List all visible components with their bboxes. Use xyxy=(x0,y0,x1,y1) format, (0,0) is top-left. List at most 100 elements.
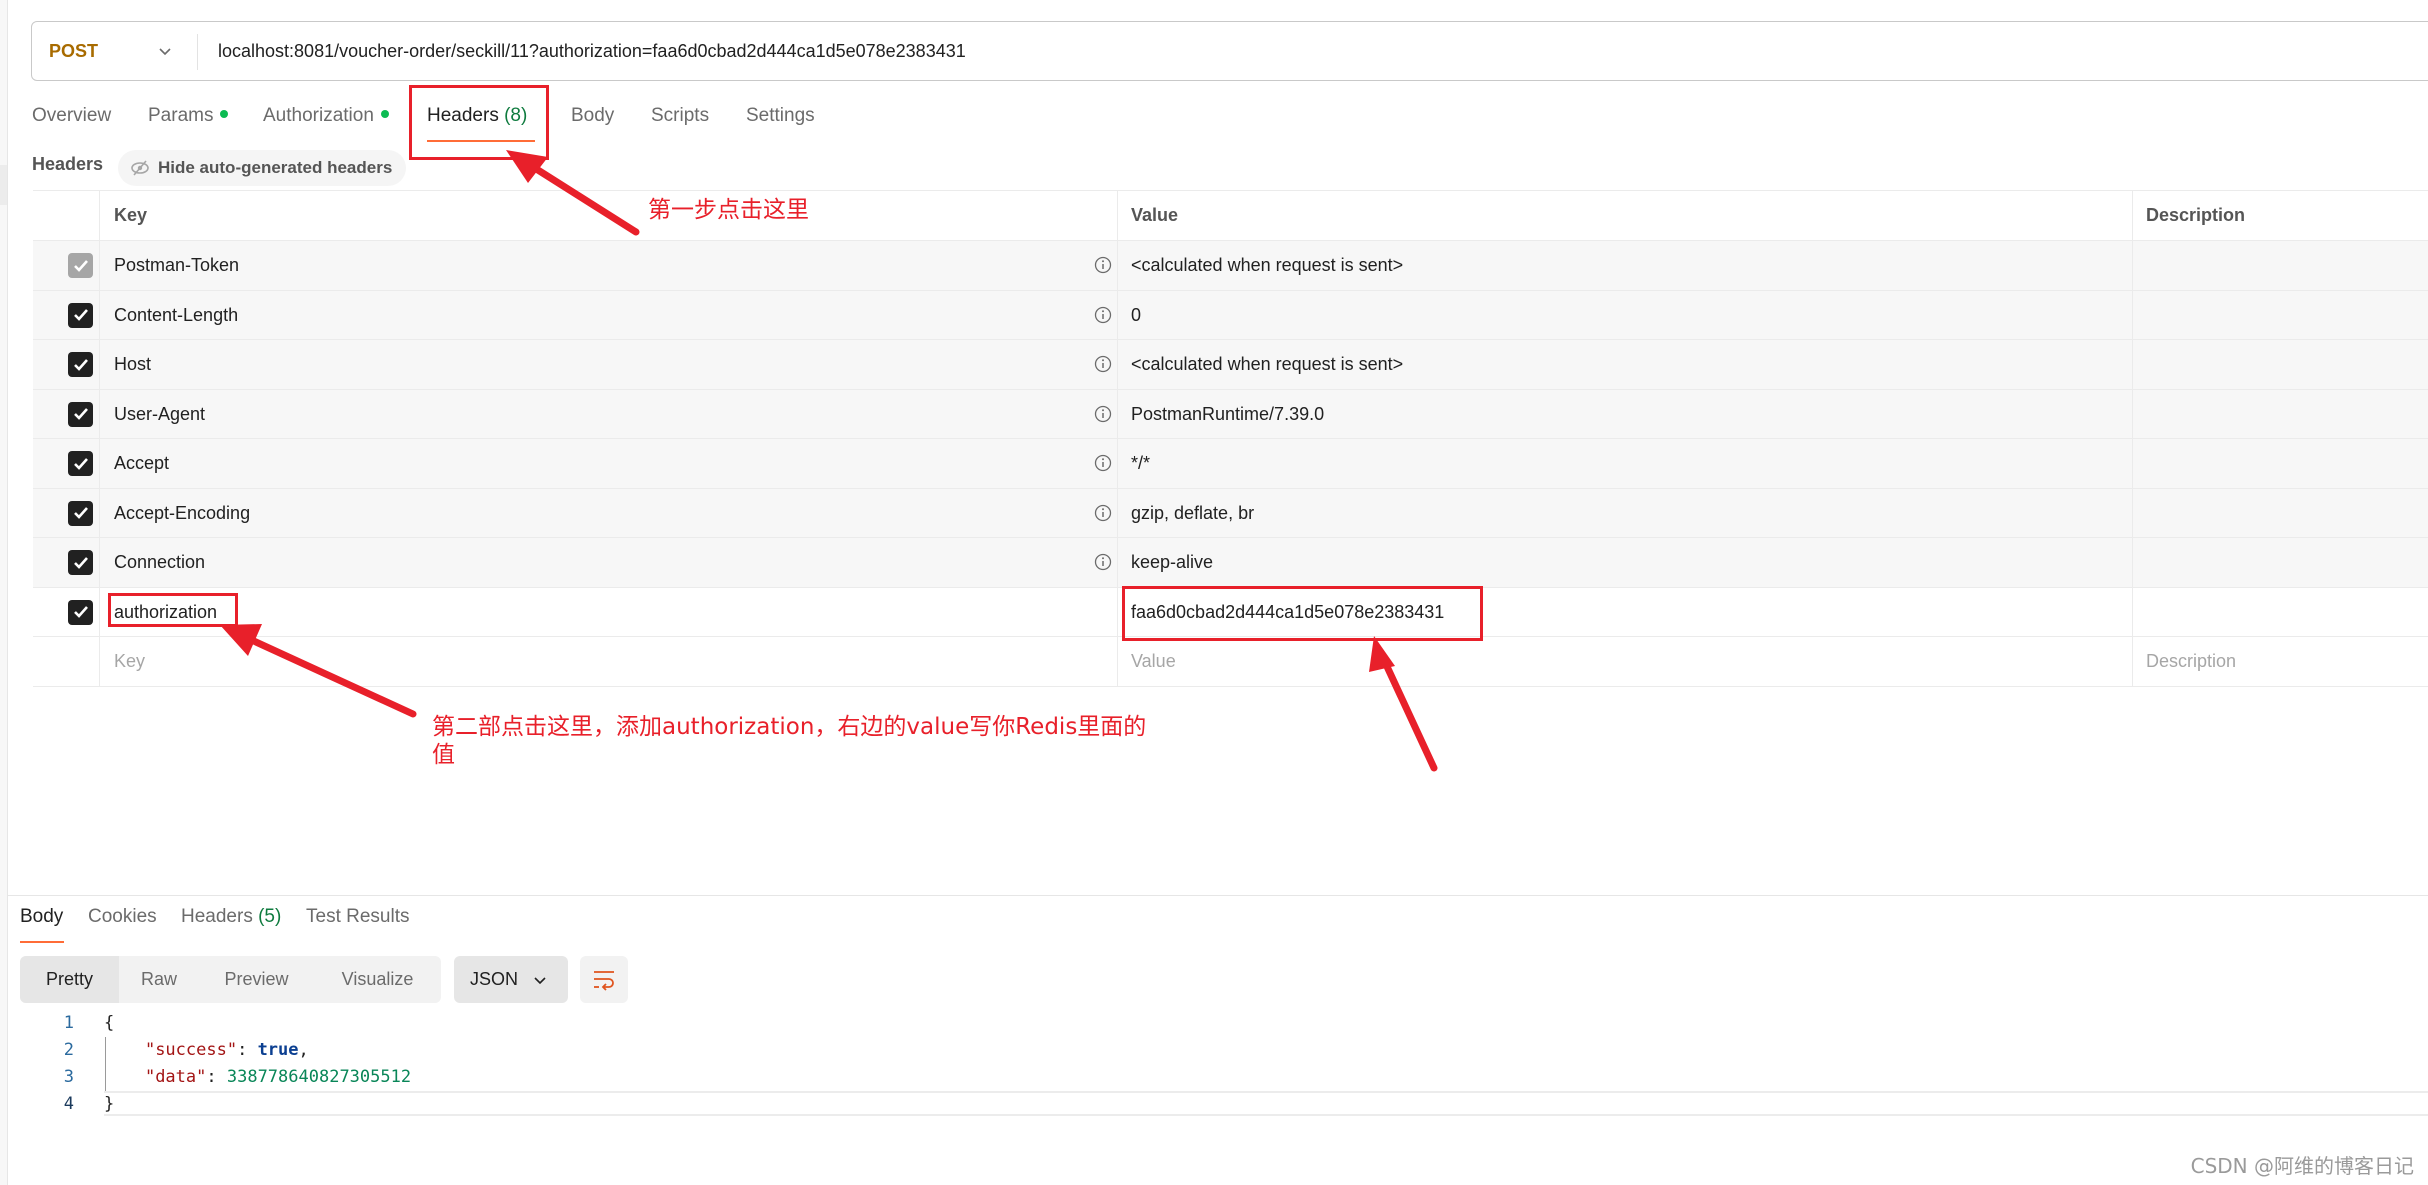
header-value[interactable]: <calculated when request is sent> xyxy=(1131,241,1403,289)
tab-label: Overview xyxy=(32,105,112,126)
table-row: Postman-Token <calculated when request is… xyxy=(33,241,2428,291)
response-tab-body[interactable]: Body xyxy=(20,906,63,928)
header-key[interactable]: User-Agent xyxy=(114,390,205,438)
new-value-input[interactable]: Value xyxy=(1131,637,1176,685)
header-key[interactable]: Connection xyxy=(114,538,205,586)
status-dot xyxy=(220,109,229,118)
column-header-value: Value xyxy=(1131,205,1179,225)
tab-scripts[interactable]: Scripts xyxy=(651,105,709,127)
row-checkbox[interactable] xyxy=(68,401,93,427)
chevron-down-icon xyxy=(534,977,546,985)
response-tab-cookies[interactable]: Cookies xyxy=(88,906,157,928)
tab-body[interactable]: Body xyxy=(571,105,614,127)
watermark: CSDN @阿维的博客日记 xyxy=(2190,1154,2414,1178)
row-checkbox[interactable] xyxy=(68,500,93,526)
tab-settings[interactable]: Settings xyxy=(746,105,815,127)
row-checkbox[interactable] xyxy=(68,352,93,377)
header-value[interactable]: PostmanRuntime/7.39.0 xyxy=(1131,390,1324,438)
tab-label: Body xyxy=(20,906,64,927)
info-icon[interactable] xyxy=(1094,553,1112,571)
column-header-description: Description xyxy=(2146,205,2246,225)
new-description-input[interactable]: Description xyxy=(2146,637,2236,685)
column-divider xyxy=(1117,439,1118,488)
header-value[interactable]: keep-alive xyxy=(1131,538,1213,586)
wrap-lines-button[interactable] xyxy=(580,956,628,1003)
tab-label: Test Results xyxy=(306,906,410,927)
url-divider xyxy=(197,34,198,70)
new-key-input[interactable]: Key xyxy=(114,637,145,685)
table-row: Connection keep-alive xyxy=(33,538,2428,588)
new-header-row: Key Value Description xyxy=(33,637,2428,687)
column-divider xyxy=(2132,241,2133,290)
table-row: Host <calculated when request is sent> xyxy=(33,340,2428,390)
header-value[interactable]: */* xyxy=(1131,439,1150,487)
column-divider xyxy=(99,340,100,389)
format-label: JSON xyxy=(470,969,519,989)
tab-label: Body xyxy=(571,105,615,126)
info-icon[interactable] xyxy=(1094,504,1112,522)
header-value[interactable]: gzip, deflate, br xyxy=(1131,489,1254,537)
info-icon[interactable] xyxy=(1094,454,1112,472)
json-sep: : xyxy=(206,1067,227,1087)
hide-auto-headers-label: Hide auto-generated headers xyxy=(158,158,393,177)
check-icon xyxy=(73,259,88,272)
header-key[interactable]: Content-Length xyxy=(114,291,238,339)
header-key[interactable]: Host xyxy=(114,340,151,388)
row-checkbox[interactable] xyxy=(68,599,93,625)
headers-table: Key Value Description Postman-Token <calc… xyxy=(33,190,2428,687)
view-mode-pretty[interactable]: Pretty xyxy=(20,956,119,1003)
json-comma: , xyxy=(298,1040,309,1060)
info-icon[interactable] xyxy=(1094,306,1112,324)
column-divider xyxy=(1117,488,1118,537)
check-icon xyxy=(73,606,88,618)
tab-label: Headers xyxy=(181,906,253,927)
column-divider xyxy=(2132,389,2133,438)
tab-label: Authorization xyxy=(263,105,374,126)
tab-params[interactable]: Params xyxy=(148,105,229,127)
tab-overview[interactable]: Overview xyxy=(32,105,111,127)
url-bar: POST localhost:8081/voucher-order/seckil… xyxy=(31,21,2428,81)
brace-close: } xyxy=(104,1094,115,1114)
column-divider xyxy=(2132,290,2133,339)
hide-auto-headers-button[interactable]: Hide auto-generated headers xyxy=(118,150,407,186)
info-icon[interactable] xyxy=(1094,355,1112,373)
left-sidebar-edge xyxy=(0,0,8,1185)
method-selector[interactable]: POST xyxy=(49,22,98,80)
info-icon[interactable] xyxy=(1094,256,1112,274)
response-headers-count: (5) xyxy=(258,906,282,927)
row-checkbox[interactable] xyxy=(68,302,93,328)
chevron-down-icon[interactable] xyxy=(154,40,176,62)
header-value[interactable]: 0 xyxy=(1131,291,1141,339)
annotation-step1-text: 第一步点击这里 xyxy=(648,197,809,223)
view-mode-preview[interactable]: Preview xyxy=(199,956,314,1003)
brace-open: { xyxy=(104,1013,115,1033)
row-checkbox[interactable] xyxy=(68,550,93,575)
header-key[interactable]: Accept-Encoding xyxy=(114,489,250,537)
line-number: 3 xyxy=(63,1067,74,1087)
header-key[interactable]: Postman-Token xyxy=(114,241,239,289)
tab-authorization[interactable]: Authorization xyxy=(263,105,389,127)
info-icon[interactable] xyxy=(1094,405,1112,423)
column-divider xyxy=(1117,538,1118,587)
column-divider xyxy=(1117,340,1118,389)
column-divider xyxy=(99,587,100,636)
table-row: Accept */* xyxy=(33,439,2428,489)
column-divider xyxy=(2132,439,2133,488)
annotation-step2-line1: 第二部点击这里，添加authorization，右边的value写你Redis里… xyxy=(432,714,1147,740)
row-checkbox[interactable] xyxy=(68,253,93,278)
header-value[interactable]: <calculated when request is sent> xyxy=(1131,340,1403,388)
response-divider xyxy=(8,895,2428,896)
column-divider xyxy=(99,488,100,537)
check-icon xyxy=(73,556,88,569)
response-tab-headers[interactable]: Headers (5) xyxy=(181,906,281,928)
header-key[interactable]: Accept xyxy=(114,439,169,487)
response-tab-test-results[interactable]: Test Results xyxy=(306,906,409,928)
column-divider xyxy=(99,241,100,290)
active-line-highlight xyxy=(104,1091,2428,1116)
url-input[interactable]: localhost:8081/voucher-order/seckill/11?… xyxy=(218,22,966,80)
view-mode-visualize[interactable]: Visualize xyxy=(314,956,441,1003)
line-number: 4 xyxy=(63,1094,74,1114)
row-checkbox[interactable] xyxy=(68,451,93,476)
format-dropdown[interactable]: JSON xyxy=(454,956,568,1003)
view-mode-raw[interactable]: Raw xyxy=(119,956,199,1003)
